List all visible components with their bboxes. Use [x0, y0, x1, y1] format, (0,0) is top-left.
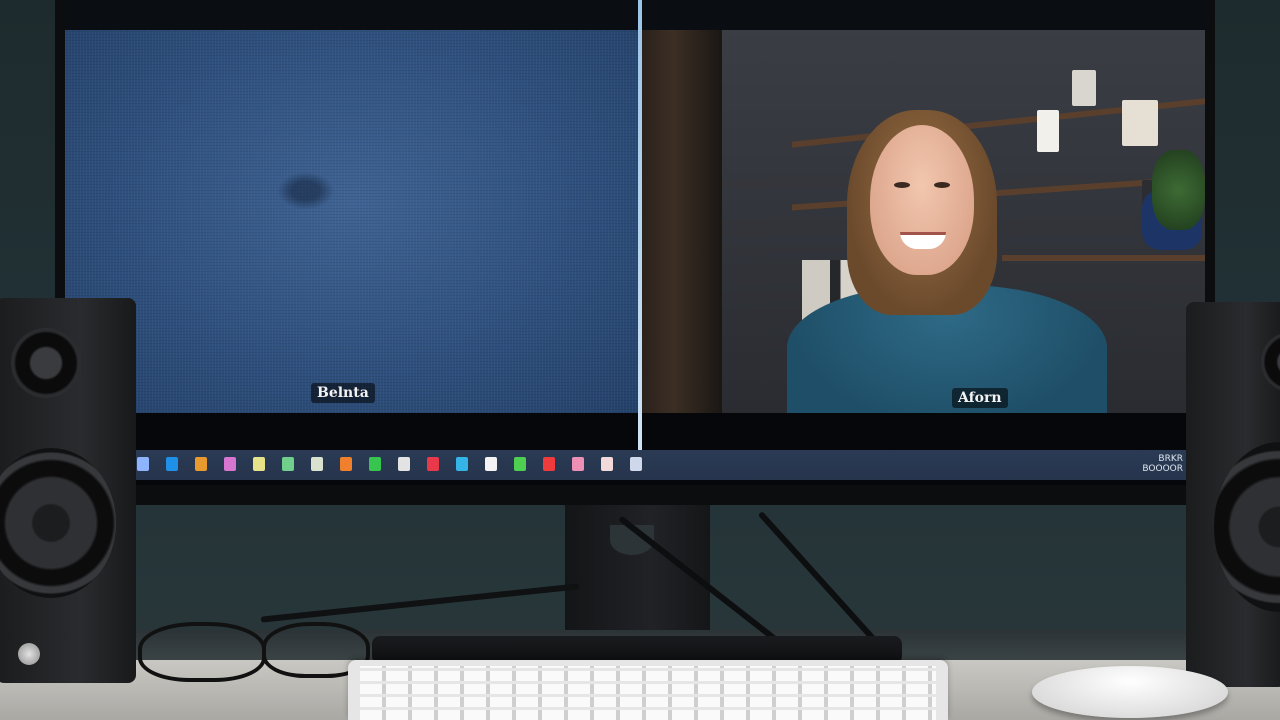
screen-top-strip	[65, 0, 1205, 30]
participant-name-left: Belnta	[311, 383, 375, 403]
cable	[260, 583, 580, 623]
plant	[1152, 150, 1205, 230]
app-icon-10[interactable]	[398, 457, 410, 471]
app-icon-14[interactable]	[514, 457, 526, 471]
shelf-item	[1122, 100, 1158, 146]
app-icon-7[interactable]	[311, 457, 323, 471]
system-tray[interactable]: BRKR BOOOOR	[1142, 454, 1183, 474]
app-icon-8[interactable]	[340, 457, 352, 471]
tray-text-line-2: BOOOOR	[1142, 464, 1183, 474]
background-door	[642, 30, 722, 413]
app-icon-5[interactable]	[253, 457, 265, 471]
speaker-tweeter	[1261, 332, 1280, 392]
mouse[interactable]	[1032, 666, 1228, 718]
speaker-left	[0, 298, 136, 683]
speaker-tweeter	[11, 328, 81, 398]
participant-name-right: Aforn	[952, 388, 1008, 408]
app-icon-11[interactable]	[427, 457, 439, 471]
keyboard[interactable]	[348, 660, 948, 720]
app-icon-3[interactable]	[195, 457, 207, 471]
person-face	[870, 125, 974, 275]
app-icon-4[interactable]	[224, 457, 236, 471]
app-icon-18[interactable]	[630, 457, 642, 471]
speaker-volume-knob[interactable]	[18, 643, 40, 665]
person-eye	[934, 182, 950, 188]
eyeglasses-lens-left	[138, 622, 266, 682]
monitor-screen: Belnta Aforn BRKR BOOOOR	[65, 0, 1205, 485]
app-icon-15[interactable]	[543, 457, 555, 471]
speaker-woofer	[1214, 442, 1280, 612]
app-icon-9[interactable]	[369, 457, 381, 471]
app-icon-13[interactable]	[485, 457, 497, 471]
app-icon-2[interactable]	[166, 457, 178, 471]
app-icon-1[interactable]	[137, 457, 149, 471]
app-icon-12[interactable]	[456, 457, 468, 471]
video-tile-left[interactable]: Belnta	[65, 30, 638, 413]
tray-text-line-1: BRKR	[1158, 454, 1183, 464]
app-icon-6[interactable]	[282, 457, 294, 471]
video-tile-right[interactable]: Aforn	[642, 30, 1205, 413]
background-shelf	[1002, 255, 1205, 261]
shelf-item	[1072, 70, 1096, 106]
speaker-right	[1186, 302, 1280, 687]
app-icon-16[interactable]	[572, 457, 584, 471]
app-icon-17[interactable]	[601, 457, 613, 471]
keyboard-keys[interactable]	[360, 666, 936, 720]
person-eye	[894, 182, 910, 188]
taskbar: BRKR BOOOOR	[65, 450, 1205, 480]
speaker-woofer	[0, 448, 116, 598]
shelf-item	[1037, 110, 1059, 152]
